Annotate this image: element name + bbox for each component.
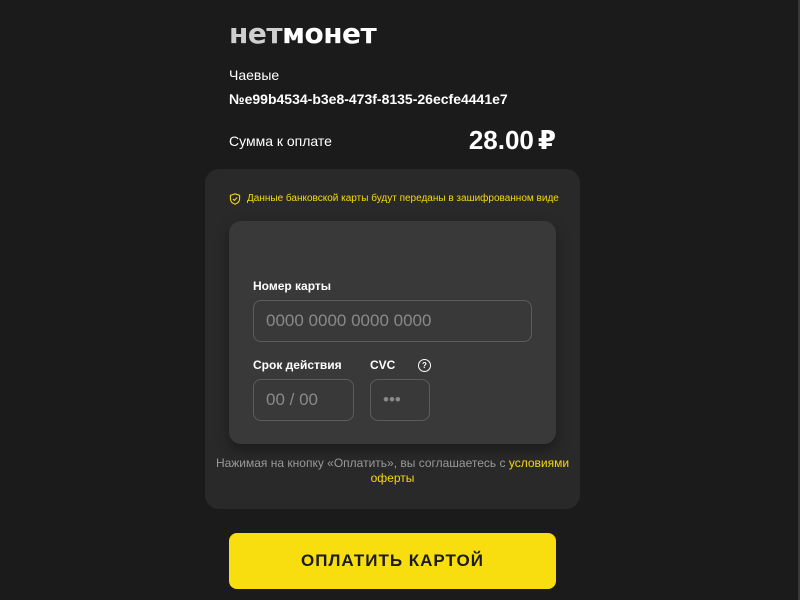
secure-note: Данные банковской карты будут переданы в… [229,192,559,206]
logo: нетмонет [229,17,377,50]
cvc-input[interactable] [370,379,430,421]
cvc-label: CVC [370,358,396,372]
amount-value: 28.00 [468,125,534,155]
amount-label: Сумма к оплате [229,133,332,149]
consent-text-before: Нажимая на кнопку «Оплатить», вы соглаша… [215,456,509,470]
logo-part-net: нет [229,17,283,50]
pay-by-card-button[interactable]: ОПЛАТИТЬ КАРТОЙ [229,533,556,589]
card-form: Номер карты Срок действия CVC ? [229,221,556,444]
order-id: №e99b4534-b3e8-473f-8135-26ecfe4441e7 [229,91,508,107]
question-icon[interactable]: ? [418,359,431,372]
payment-purpose: Чаевые [229,67,280,83]
card-number-label: Номер карты [253,279,332,293]
shield-check-icon [229,193,241,205]
card-number-input[interactable] [253,300,532,342]
payment-panel: Данные банковской карты будут переданы в… [205,169,580,509]
currency-symbol: ₽ [537,125,556,155]
logo-part-monet: монет [282,17,377,50]
secure-note-text: Данные банковской карты будут переданы в… [247,193,559,204]
amount: 28.00 ₽ [469,124,556,156]
expiry-input[interactable] [253,379,354,421]
consent-text: Нажимая на кнопку «Оплатить», вы соглаша… [205,456,580,486]
expiry-label: Срок действия [253,358,342,372]
